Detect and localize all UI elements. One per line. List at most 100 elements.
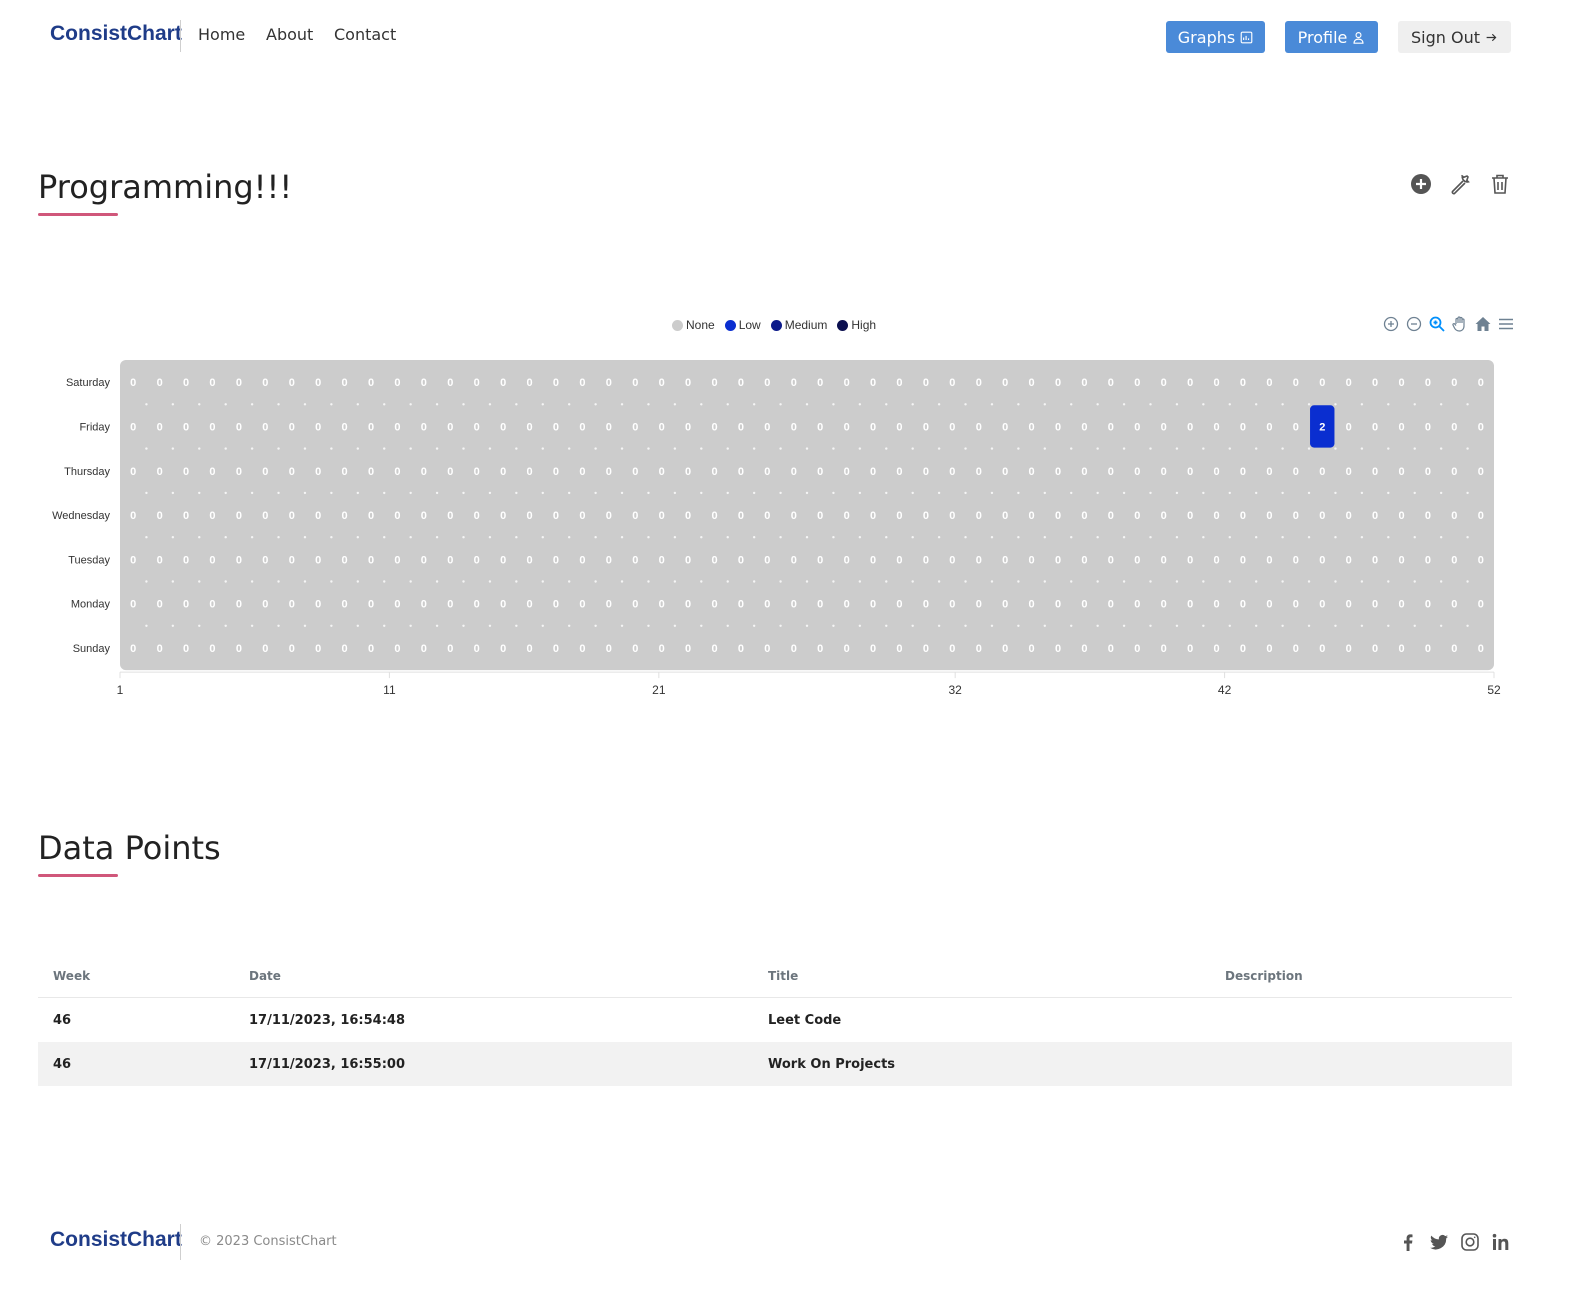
grid-dot (356, 580, 360, 583)
heatmap-cell-label: 0 (447, 377, 453, 389)
trash-icon[interactable] (1488, 172, 1512, 196)
heatmap-cell-label: 0 (368, 643, 374, 655)
grid-dot (145, 580, 148, 583)
table-row[interactable]: 46 17/11/2023, 16:55:00 Work On Projects (38, 1042, 1512, 1086)
column-header-title[interactable]: Title (753, 955, 1210, 998)
heatmap-cell-label: 0 (1081, 554, 1087, 566)
selection-zoom-icon[interactable] (1428, 315, 1446, 333)
zoom-in-icon[interactable] (1382, 315, 1400, 333)
linkedin-icon[interactable] (1491, 1232, 1511, 1252)
heatmap-cell-label: 0 (315, 377, 321, 389)
heatmap-cell-label: 0 (844, 421, 850, 433)
column-header-date[interactable]: Date (234, 955, 753, 998)
heatmap-cell-label: 0 (1187, 599, 1193, 611)
heatmap-cell-label: 0 (1451, 554, 1457, 566)
grid-dot (462, 447, 465, 450)
heatmap-cell-label: 0 (1346, 599, 1352, 611)
heatmap-cell-label: 0 (130, 377, 136, 389)
grid-dot (409, 403, 412, 406)
grid-dot (1175, 624, 1179, 627)
grid-dot (964, 536, 967, 539)
grid-dot (435, 447, 439, 450)
grid-dot (805, 536, 809, 539)
nav-link-about[interactable]: About (266, 25, 313, 44)
graphs-button[interactable]: Graphs (1166, 21, 1265, 53)
grid-dot (990, 447, 994, 450)
grid-dot (1149, 403, 1152, 406)
heatmap-cell-label: 0 (896, 554, 902, 566)
legend-item-high[interactable]: High (837, 318, 876, 332)
legend-item-low[interactable]: Low (724, 318, 761, 332)
heatmap-cell-label: 0 (738, 599, 744, 611)
grid-dot (779, 403, 782, 406)
profile-button[interactable]: Profile (1285, 21, 1378, 53)
legend-item-medium[interactable]: Medium (770, 318, 827, 332)
heatmap-cell-label: 0 (1266, 377, 1272, 389)
nav-link-contact[interactable]: Contact (334, 25, 396, 44)
heatmap-cell-label: 0 (262, 377, 268, 389)
heatmap-cell-label: 0 (579, 510, 585, 522)
heatmap-cell-label: 0 (1081, 377, 1087, 389)
add-icon[interactable] (1409, 172, 1433, 196)
grid-dot (1281, 536, 1284, 539)
heatmap-cell-label: 0 (1002, 466, 1008, 478)
sign-out-button[interactable]: Sign Out (1398, 21, 1511, 53)
grid-dot (1254, 403, 1258, 406)
column-header-week[interactable]: Week (38, 955, 234, 998)
brand-logo[interactable]: ConsistChart (50, 22, 182, 46)
table-row[interactable]: 46 17/11/2023, 16:54:48 Leet Code (38, 998, 1512, 1043)
heatmap-cell-label: 0 (289, 421, 295, 433)
grid-dot (832, 536, 835, 539)
grid-dot (1281, 447, 1284, 450)
heatmap-cell-label: 0 (1213, 554, 1219, 566)
pan-hand-icon[interactable] (1451, 315, 1469, 333)
heatmap-cell-label: 0 (553, 421, 559, 433)
heatmap-cell-label: 0 (1319, 643, 1325, 655)
heatmap-cell-label: 0 (1478, 554, 1484, 566)
footer-brand[interactable]: ConsistChart (50, 1228, 182, 1252)
instagram-icon[interactable] (1460, 1232, 1480, 1252)
heatmap-cell-label: 0 (553, 466, 559, 478)
twitter-icon[interactable] (1429, 1232, 1449, 1252)
heatmap-cell-label: 0 (1002, 510, 1008, 522)
heatmap-cell-label: 0 (1398, 643, 1404, 655)
grid-dot (832, 403, 835, 406)
heatmap-cell-label: 0 (949, 599, 955, 611)
heatmap-cell-label: 0 (896, 510, 902, 522)
reset-home-icon[interactable] (1474, 315, 1492, 333)
legend-label-none: None (686, 318, 715, 332)
grid-dot (1307, 491, 1311, 495)
menu-icon[interactable] (1497, 315, 1515, 333)
grid-dot (805, 624, 809, 627)
copyright-text: © 2023 ConsistChart (199, 1234, 337, 1249)
grid-dot (647, 447, 650, 450)
heatmap-cell-label: 0 (1293, 466, 1299, 478)
heatmap-cell-label: 0 (817, 466, 823, 478)
heatmap-cell-label: 0 (157, 510, 163, 522)
facebook-icon[interactable] (1398, 1232, 1418, 1252)
grid-dot (250, 447, 254, 450)
heatmap-cell-label: 0 (289, 466, 295, 478)
grid-dot (620, 624, 624, 627)
grid-dot (805, 447, 809, 450)
grid-dot (1070, 403, 1073, 406)
heatmap-cell-label: 0 (1213, 510, 1219, 522)
grid-dot (1017, 580, 1020, 583)
heatmap-cell-label: 0 (896, 421, 902, 433)
heatmap-cell-label: 0 (1134, 466, 1140, 478)
grid-dot (1043, 624, 1047, 627)
legend-item-none[interactable]: None (672, 318, 715, 332)
grid-dot (462, 403, 465, 406)
heatmap-cell-label: 0 (1478, 377, 1484, 389)
zoom-out-icon[interactable] (1405, 315, 1423, 333)
grid-dot (1070, 536, 1073, 539)
heatmap-cell-label: 0 (579, 643, 585, 655)
heatmap-cell-label: 0 (791, 599, 797, 611)
column-header-description[interactable]: Description (1210, 955, 1512, 998)
heatmap-cell-label: 0 (500, 643, 506, 655)
nav-link-home[interactable]: Home (198, 25, 245, 44)
footer-divider (180, 1224, 181, 1260)
heatmap-cell-label: 0 (817, 599, 823, 611)
wrench-icon[interactable] (1448, 172, 1472, 196)
heatmap-cell-label: 0 (526, 643, 532, 655)
